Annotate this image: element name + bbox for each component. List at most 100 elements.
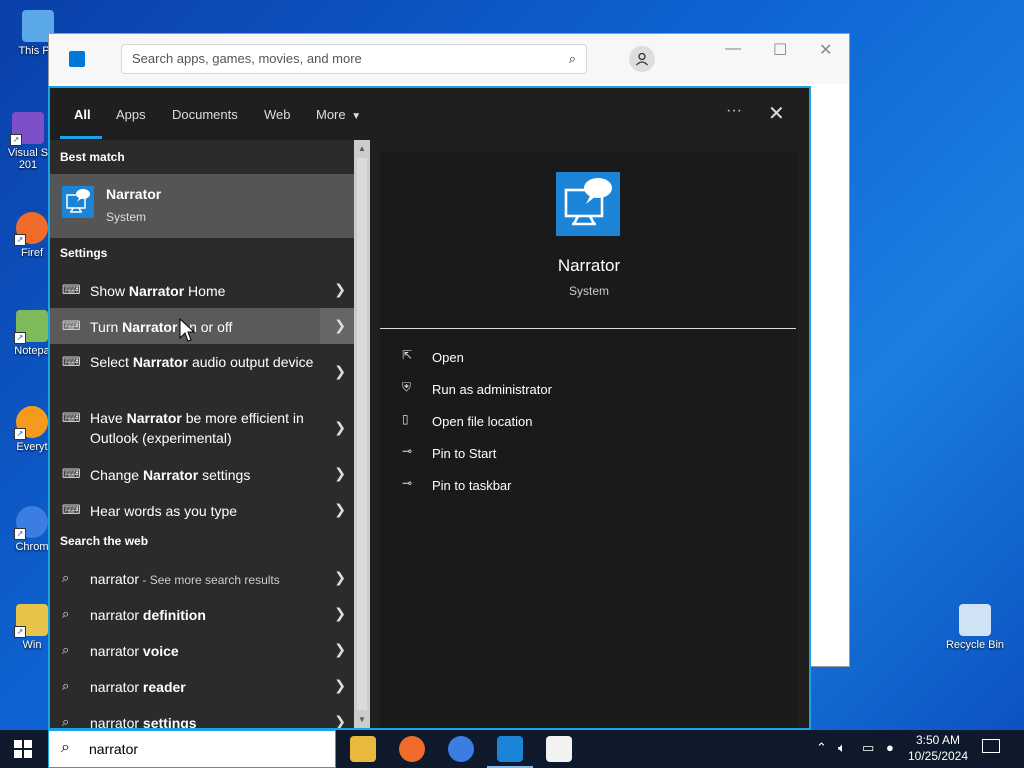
desktop-icon-label: Firef (21, 247, 43, 259)
firefox-icon[interactable] (399, 736, 425, 762)
volume-icon[interactable]: 🔈︎ (838, 740, 846, 756)
settings-link-icon: ⌨ (62, 466, 81, 481)
settings-link-icon: ⌨ (62, 354, 81, 369)
settings-item[interactable]: ⌨ Change Narrator settings ❯ (50, 456, 354, 492)
store-icon[interactable] (546, 736, 572, 762)
search-icon: ⌕ (62, 642, 70, 657)
shield-icon: ⛨ (402, 380, 412, 394)
expand-button[interactable]: ❯ (320, 704, 354, 728)
web-result-label: narrator definition (90, 607, 206, 623)
search-icon: ⌕ (62, 606, 70, 621)
more-options-icon[interactable]: ··· (726, 102, 742, 120)
expand-button[interactable]: ❯ (320, 596, 354, 632)
settings-item-label: Turn Narrator on or off (90, 319, 233, 335)
expand-button[interactable]: ❯ (320, 456, 354, 492)
chevron-right-icon: ❯ (334, 465, 346, 481)
clock-time: 3:50 AM (915, 733, 961, 747)
store-logo-icon (69, 51, 85, 67)
network-icon[interactable]: ▭ (862, 740, 874, 756)
search-tabs: All Apps Documents Web More ▼ ··· ✕ (50, 88, 809, 140)
scroll-down-icon[interactable]: ▼ (358, 715, 366, 724)
expand-button[interactable]: ❯ (320, 308, 354, 344)
mouse-cursor-icon (179, 318, 195, 342)
chevron-right-icon: ❯ (334, 713, 346, 728)
scroll-up-icon[interactable]: ▲ (358, 144, 366, 153)
expand-button[interactable]: ❯ (320, 400, 354, 456)
taskbar-search-input[interactable]: ⌕ narrator (48, 730, 336, 768)
notifications-icon[interactable] (982, 739, 1000, 753)
web-result[interactable]: ⌕ narrator reader ❯ (50, 668, 354, 704)
narrator-taskbar-icon[interactable] (487, 736, 533, 768)
expand-button[interactable]: ❯ (320, 560, 354, 596)
web-result[interactable]: ⌕ narrator - See more search results ❯ (50, 560, 354, 596)
expand-button[interactable]: ❯ (320, 492, 354, 528)
tab-more[interactable]: More ▼ (316, 107, 361, 122)
pin-icon: ⊸ (402, 476, 413, 490)
settings-link-icon: ⌨ (62, 502, 81, 517)
tab-documents[interactable]: Documents (172, 107, 238, 122)
firefox-icon: ↗ (14, 212, 48, 246)
preview-app-name: Narrator (557, 256, 621, 275)
chevron-up-icon[interactable]: ⌃ (816, 740, 827, 756)
narrator-icon (62, 186, 94, 218)
web-result-label: narrator settings (90, 715, 197, 728)
divider (380, 328, 796, 329)
desktop-icon-label: Chrom (15, 541, 49, 553)
settings-item[interactable]: ⌨ Turn Narrator on or off ❯ (50, 308, 354, 344)
minimize-icon[interactable]: — (725, 40, 741, 58)
search-icon: ⌕ (568, 51, 576, 66)
archive-icon: ↗ (14, 604, 48, 638)
windows-start-icon[interactable] (14, 740, 32, 758)
tab-apps[interactable]: Apps (116, 107, 146, 122)
expand-button[interactable]: ❯ (320, 344, 354, 400)
avatar-icon[interactable] (629, 46, 655, 72)
start-search-panel: All Apps Documents Web More ▼ ··· ✕ Best… (48, 86, 811, 730)
web-result-label: narrator voice (90, 643, 179, 659)
web-result[interactable]: ⌕ narrator settings ❯ (50, 704, 354, 728)
results-scrollbar[interactable]: ▲ ▼ (354, 140, 370, 728)
desktop-icon-label: Visual S 201 (7, 147, 49, 171)
desktop-icon-label: Recycle Bin (945, 639, 1005, 651)
settings-item[interactable]: ⌨ Show Narrator Home ❯ (50, 272, 354, 308)
expand-button[interactable]: ❯ (320, 668, 354, 704)
chevron-right-icon: ❯ (334, 677, 346, 693)
settings-item-label: Have Narrator be more efficient in Outlo… (90, 410, 304, 446)
desktop-icon-label: Everyt (16, 441, 48, 453)
pin-icon: ⊸ (402, 444, 413, 458)
settings-heading: Settings (60, 246, 108, 260)
tab-web[interactable]: Web (264, 107, 291, 122)
chevron-right-icon: ❯ (334, 419, 346, 435)
close-panel-icon[interactable]: ✕ (768, 101, 785, 126)
preview-app-type: System (568, 284, 609, 298)
taskbar-search-value: narrator (89, 741, 139, 757)
action-label: Pin to Start (432, 446, 497, 461)
settings-item-label: Hear words as you type (90, 503, 238, 519)
best-match-result[interactable]: Narrator System (50, 174, 354, 238)
taskbar: ⌕ narrator ⌃ 🔈︎ ▭ ● 3:50 AM 10/25/2024 (0, 730, 1024, 768)
file-explorer-icon[interactable] (350, 736, 376, 762)
narrator-icon (556, 172, 620, 236)
settings-item[interactable]: ⌨ Select Narrator audio output device ❯ (50, 344, 354, 400)
close-icon[interactable]: ✕ (819, 40, 832, 60)
search-icon: ⌕ (62, 570, 70, 585)
chrome-icon: ↗ (14, 506, 48, 540)
action-label: Pin to taskbar (432, 478, 512, 493)
microphone-icon[interactable]: ● (886, 740, 894, 755)
store-search-input[interactable]: Search apps, games, movies, and more ⌕ (121, 44, 587, 74)
open-icon: ⇱ (402, 348, 413, 362)
settings-link-icon: ⌨ (62, 282, 81, 297)
tab-all[interactable]: All (74, 107, 91, 122)
expand-button[interactable]: ❯ (320, 632, 354, 668)
desktop-icon-recycle-bin[interactable]: Recycle Bin (940, 604, 1010, 651)
settings-item[interactable]: ⌨ Hear words as you type ❯ (50, 492, 354, 528)
maximize-icon[interactable]: ☐ (773, 40, 787, 60)
web-result[interactable]: ⌕ narrator definition ❯ (50, 596, 354, 632)
clock[interactable]: 3:50 AM 10/25/2024 (900, 732, 976, 764)
search-web-heading: Search the web (60, 534, 149, 548)
web-result[interactable]: ⌕ narrator voice ❯ (50, 632, 354, 668)
chrome-icon[interactable] (448, 736, 474, 762)
expand-button[interactable]: ❯ (320, 272, 354, 308)
scrollbar-thumb[interactable] (357, 158, 367, 710)
preview-pane: Narrator System ⇱ Open ⛨ Run as administ… (380, 152, 798, 728)
settings-item[interactable]: ⌨ Have Narrator be more efficient in Out… (50, 400, 354, 456)
